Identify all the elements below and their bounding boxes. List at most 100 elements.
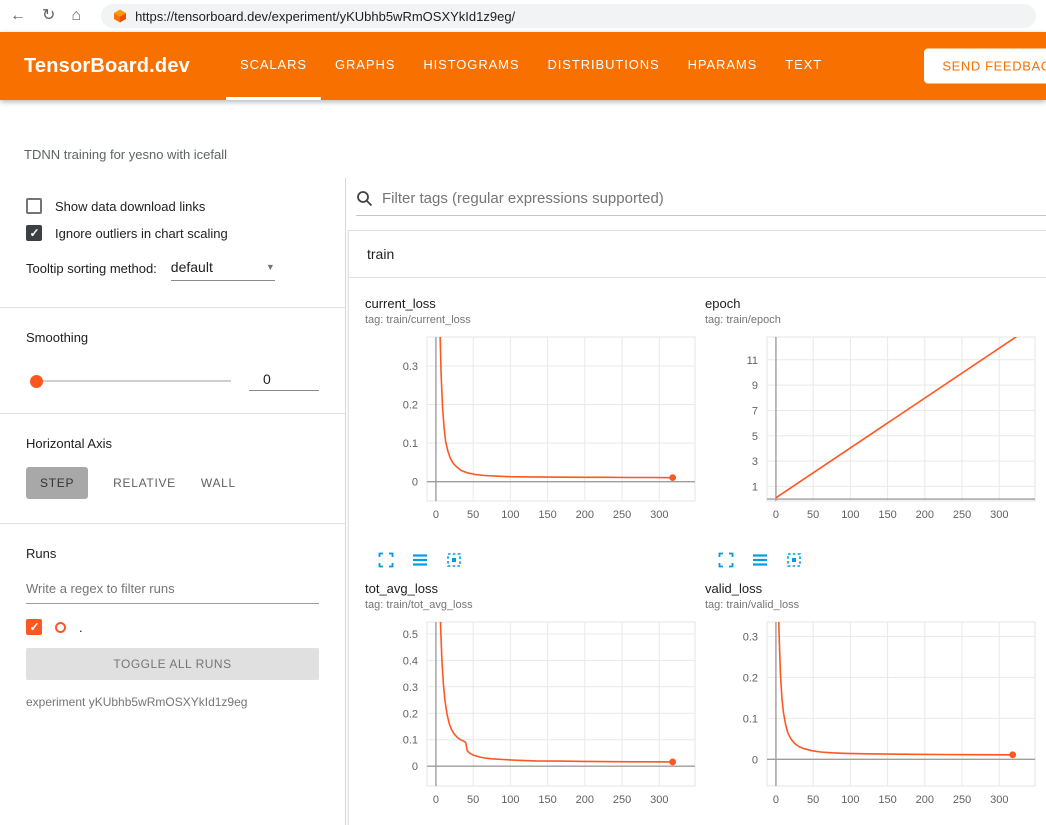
tab-hparams[interactable]: HPARAMS xyxy=(674,32,772,100)
smoothing-slider-row: 0 xyxy=(26,371,319,413)
svg-text:5: 5 xyxy=(752,431,758,443)
svg-text:150: 150 xyxy=(538,509,556,521)
tab-graphs[interactable]: GRAPHS xyxy=(321,32,409,100)
chart-title: tot_avg_loss xyxy=(365,581,705,596)
tooltip-sorting-label: Tooltip sorting method: xyxy=(26,261,157,281)
ignore-outliers-row[interactable]: Ignore outliers in chart scaling xyxy=(26,225,319,241)
svg-text:0.4: 0.4 xyxy=(403,655,418,667)
fit-domain-icon[interactable] xyxy=(445,551,463,569)
svg-text:0: 0 xyxy=(412,761,418,773)
svg-text:0.2: 0.2 xyxy=(403,708,418,720)
runs-filter-input[interactable] xyxy=(26,577,319,604)
svg-text:150: 150 xyxy=(878,509,896,521)
svg-text:0: 0 xyxy=(773,509,779,521)
ignore-outliers-checkbox[interactable] xyxy=(26,225,42,241)
smoothing-slider-track[interactable] xyxy=(32,380,231,382)
svg-text:250: 250 xyxy=(613,794,631,806)
tab-distributions[interactable]: DISTRIBUTIONS xyxy=(533,32,673,100)
svg-text:0.3: 0.3 xyxy=(403,361,418,373)
expand-chart-icon[interactable] xyxy=(377,551,395,569)
svg-text:100: 100 xyxy=(841,794,859,806)
show-download-links-checkbox[interactable] xyxy=(26,198,42,214)
scalar-line-chart[interactable]: 05010015020025030000.10.20.3 xyxy=(705,616,1040,824)
chart-card-epoch: epochtag: train/epoch0501001502002503001… xyxy=(705,296,1045,575)
fit-domain-icon[interactable] xyxy=(785,551,803,569)
experiment-caption: experiment yKUbhb5wRmOSXYkId1z9eg xyxy=(26,695,319,709)
svg-text:0.3: 0.3 xyxy=(743,631,758,643)
tooltip-sorting-dropdown[interactable]: default ▼ xyxy=(171,259,275,281)
toggle-all-runs-button[interactable]: TOGGLE ALL RUNS xyxy=(26,648,319,680)
chart-toolbar xyxy=(377,551,705,569)
svg-text:9: 9 xyxy=(752,380,758,392)
chart-title: epoch xyxy=(705,296,1045,311)
svg-text:100: 100 xyxy=(841,509,859,521)
svg-text:100: 100 xyxy=(501,794,519,806)
svg-text:0.5: 0.5 xyxy=(403,629,418,641)
chart-toolbar xyxy=(717,551,1045,569)
run-row[interactable]: . xyxy=(26,619,319,635)
nav-tabs: SCALARS GRAPHS HISTOGRAMS DISTRIBUTIONS … xyxy=(226,32,836,100)
expand-chart-icon[interactable] xyxy=(717,551,735,569)
tooltip-sorting-value: default xyxy=(171,259,213,275)
ignore-outliers-label: Ignore outliers in chart scaling xyxy=(55,226,228,241)
search-icon xyxy=(356,190,373,207)
scalar-line-chart[interactable]: 05010015020025030000.10.20.3 xyxy=(365,331,700,539)
svg-text:250: 250 xyxy=(613,509,631,521)
runs-list-icon[interactable] xyxy=(751,551,769,569)
run-name: . xyxy=(79,620,83,635)
chart-tag: tag: train/valid_loss xyxy=(705,599,1045,611)
axis-wall-button[interactable]: WALL xyxy=(201,476,236,490)
chart-title: current_loss xyxy=(365,296,705,311)
smoothing-value-field[interactable]: 0 xyxy=(249,371,319,391)
svg-text:0.2: 0.2 xyxy=(403,400,418,412)
run-checkbox[interactable] xyxy=(26,619,42,635)
content: Show data download links Ignore outliers… xyxy=(0,178,1046,825)
scalar-line-chart[interactable]: 0501001502002503001357911 xyxy=(705,331,1040,539)
home-icon[interactable]: ⌂ xyxy=(71,8,81,24)
address-bar[interactable]: https://tensorboard.dev/experiment/yKUbh… xyxy=(101,4,1036,28)
svg-text:300: 300 xyxy=(650,509,668,521)
svg-text:300: 300 xyxy=(990,509,1008,521)
svg-text:0: 0 xyxy=(433,794,439,806)
show-download-links-label: Show data download links xyxy=(55,199,205,214)
tensorboard-favicon xyxy=(113,9,127,23)
svg-text:300: 300 xyxy=(650,794,668,806)
axis-relative-button[interactable]: RELATIVE xyxy=(113,476,176,490)
svg-text:0: 0 xyxy=(773,794,779,806)
axis-step-button[interactable]: STEP xyxy=(26,467,88,499)
app-logo[interactable]: TensorBoard.dev xyxy=(24,55,190,78)
tab-text[interactable]: TEXT xyxy=(771,32,836,100)
svg-text:200: 200 xyxy=(576,794,594,806)
svg-text:50: 50 xyxy=(467,794,479,806)
svg-text:0: 0 xyxy=(433,509,439,521)
tag-filter-input[interactable] xyxy=(382,190,1046,207)
svg-text:0.2: 0.2 xyxy=(743,672,758,684)
svg-text:11: 11 xyxy=(747,355,758,367)
back-icon[interactable]: ← xyxy=(10,8,26,24)
chevron-down-icon: ▼ xyxy=(266,262,275,272)
scalar-line-chart[interactable]: 05010015020025030000.10.20.30.40.5 xyxy=(365,616,700,824)
divider xyxy=(0,307,345,308)
charts-grid: current_losstag: train/current_loss05010… xyxy=(349,278,1046,825)
svg-text:50: 50 xyxy=(807,509,819,521)
svg-text:0.1: 0.1 xyxy=(743,713,758,725)
reload-icon[interactable]: ↻ xyxy=(42,8,55,24)
tag-group-header[interactable]: train xyxy=(349,231,1046,278)
show-download-links-row[interactable]: Show data download links xyxy=(26,198,319,214)
chart-card-tot_avg_loss: tot_avg_loss tag: train/tot_avg_loss 0 50 10… xyxy=(365,581,705,825)
tab-scalars[interactable]: SCALARS xyxy=(226,32,321,100)
svg-text:0: 0 xyxy=(752,754,758,766)
runs-label: Runs xyxy=(26,546,319,561)
chart-card-current_loss: current_losstag: train/current_loss05010… xyxy=(365,296,705,575)
chart-tag: tag: train/tot_avg_loss xyxy=(365,599,705,611)
svg-text:300: 300 xyxy=(990,794,1008,806)
tag-filter-row xyxy=(356,190,1046,216)
svg-text:100: 100 xyxy=(501,509,519,521)
divider xyxy=(0,523,345,524)
runs-list-icon[interactable] xyxy=(411,551,429,569)
chart-tag: tag: train/current_loss xyxy=(365,314,705,326)
smoothing-slider-knob[interactable] xyxy=(30,375,43,388)
send-feedback-button[interactable]: SEND FEEDBACK xyxy=(924,49,1046,84)
tab-histograms[interactable]: HISTOGRAMS xyxy=(409,32,533,100)
svg-text:50: 50 xyxy=(807,794,819,806)
